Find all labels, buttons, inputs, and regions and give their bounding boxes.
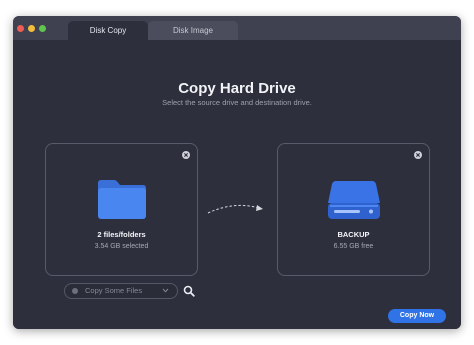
source-detail: 3.54 GB selected <box>94 243 149 250</box>
remove-destination-button[interactable] <box>414 151 422 159</box>
chevron-down-icon <box>162 288 169 293</box>
search-icon[interactable] <box>183 285 195 297</box>
minimize-window-button[interactable] <box>28 25 35 32</box>
destination-detail: 6.55 GB free <box>333 243 374 250</box>
app-window: Disk Copy Disk Image Copy Hard Drive Sel… <box>13 16 461 329</box>
hard-drive-icon <box>327 181 380 219</box>
destination-card[interactable]: BACKUP 6.55 GB free <box>277 143 430 276</box>
close-icon <box>184 153 188 157</box>
maximize-window-button[interactable] <box>39 25 46 32</box>
source-name: 2 files/folders <box>97 230 146 239</box>
page-title: Copy Hard Drive <box>178 80 296 97</box>
source-card[interactable]: 2 files/folders 3.54 GB selected <box>45 143 198 276</box>
main-content: Copy Hard Drive Select the source drive … <box>13 40 461 329</box>
tab-disk-image[interactable]: Disk Image <box>148 21 238 40</box>
copy-mode-select[interactable]: Copy Some Files <box>64 283 178 299</box>
copy-mode-label: Copy Some Files <box>85 286 143 295</box>
dashed-arrow-icon <box>207 204 263 214</box>
folder-icon <box>97 180 146 219</box>
close-window-button[interactable] <box>17 25 24 32</box>
copy-now-button[interactable]: Copy Now <box>388 309 446 323</box>
remove-source-button[interactable] <box>182 151 190 159</box>
close-icon <box>416 153 420 157</box>
status-dot-icon <box>72 288 78 294</box>
title-bar: Disk Copy Disk Image <box>13 16 461 40</box>
destination-name: BACKUP <box>337 230 370 239</box>
page-subtitle: Select the source drive and destination … <box>162 98 312 107</box>
tab-disk-copy[interactable]: Disk Copy <box>68 21 148 40</box>
